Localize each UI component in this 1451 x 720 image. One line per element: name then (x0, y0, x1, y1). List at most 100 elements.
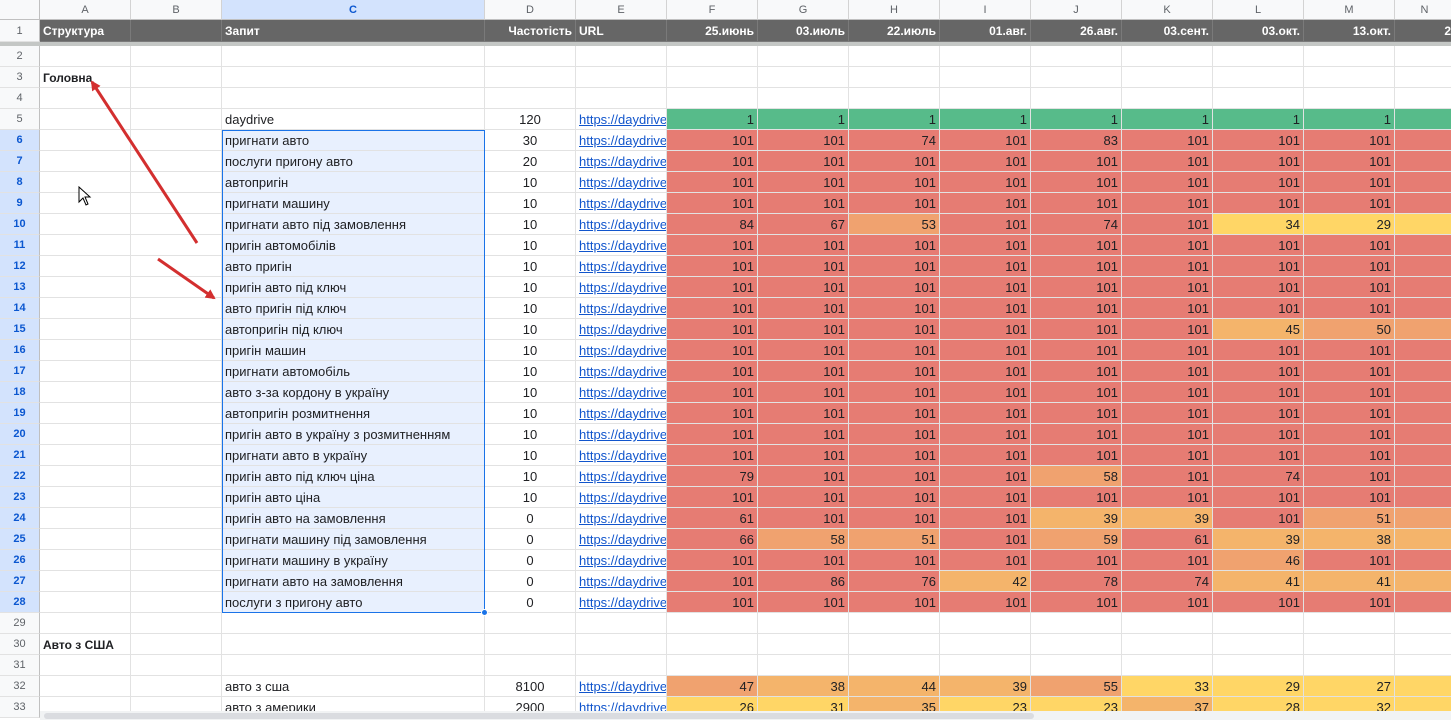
rank-cell[interactable]: 101 (1122, 340, 1213, 361)
cell[interactable] (1122, 88, 1213, 109)
rank-cell[interactable]: 101 (849, 235, 940, 256)
rank-cell[interactable]: 45 (1213, 319, 1304, 340)
url-link[interactable]: https://daydrive (576, 277, 667, 298)
row-header-19[interactable]: 19 (0, 403, 40, 424)
url-link[interactable]: https://daydrive (576, 340, 667, 361)
cell[interactable] (131, 550, 222, 571)
cell[interactable] (1304, 655, 1395, 676)
column-header-n[interactable]: N (1395, 0, 1451, 20)
cell[interactable] (222, 655, 485, 676)
url-link[interactable]: https://daydrive (576, 172, 667, 193)
rank-cell[interactable]: 27 (1304, 676, 1395, 697)
header-date[interactable]: 13.окт. (1304, 20, 1395, 42)
column-header-e[interactable]: E (576, 0, 667, 20)
query-cell[interactable]: пригнати автомобіль (222, 361, 485, 382)
rank-cell[interactable]: 101 (1213, 340, 1304, 361)
fill-handle[interactable] (481, 609, 488, 616)
header-date[interactable]: 03.окт. (1213, 20, 1304, 42)
rank-cell[interactable]: 101 (1031, 340, 1122, 361)
rank-cell[interactable]: 38 (758, 676, 849, 697)
cell[interactable] (131, 256, 222, 277)
rank-cell[interactable]: 101 (1213, 172, 1304, 193)
rank-cell[interactable]: 101 (849, 277, 940, 298)
cell[interactable] (485, 46, 576, 67)
frequency-cell[interactable]: 10 (485, 424, 576, 445)
rank-cell[interactable]: 101 (1122, 235, 1213, 256)
rank-cell[interactable]: 74 (1122, 571, 1213, 592)
rank-cell[interactable]: 101 (1122, 214, 1213, 235)
rank-cell[interactable]: 101 (667, 424, 758, 445)
row-header-8[interactable]: 8 (0, 172, 40, 193)
frequency-cell[interactable]: 10 (485, 382, 576, 403)
rank-cell[interactable]: 101 (1122, 319, 1213, 340)
frequency-cell[interactable]: 10 (485, 214, 576, 235)
url-link[interactable]: https://daydrive (576, 361, 667, 382)
url-link[interactable]: https://daydrive (576, 487, 667, 508)
column-header-a[interactable]: A (40, 0, 131, 20)
rank-cell[interactable]: 59 (1031, 529, 1122, 550)
cell[interactable] (40, 550, 131, 571)
rank-cell[interactable]: 101 (1031, 298, 1122, 319)
rank-cell-partial[interactable] (1395, 676, 1451, 697)
cell[interactable] (40, 277, 131, 298)
rank-cell[interactable]: 101 (1304, 151, 1395, 172)
cell[interactable] (940, 655, 1031, 676)
rank-cell[interactable]: 101 (849, 550, 940, 571)
row-header-7[interactable]: 7 (0, 151, 40, 172)
query-cell[interactable]: послуги з пригону авто (222, 592, 485, 613)
row-header-32[interactable]: 32 (0, 676, 40, 697)
cell[interactable] (131, 424, 222, 445)
cell[interactable] (40, 109, 131, 130)
rank-cell[interactable]: 101 (1122, 298, 1213, 319)
rank-cell[interactable]: 101 (667, 193, 758, 214)
rank-cell-partial[interactable] (1395, 319, 1451, 340)
rank-cell[interactable]: 101 (1031, 592, 1122, 613)
rank-cell-partial[interactable] (1395, 130, 1451, 151)
rank-cell[interactable]: 101 (849, 445, 940, 466)
query-cell[interactable]: автопригін під ключ (222, 319, 485, 340)
rank-cell[interactable]: 101 (1304, 361, 1395, 382)
row-header-11[interactable]: 11 (0, 235, 40, 256)
cell[interactable] (758, 634, 849, 655)
rank-cell[interactable]: 101 (1304, 592, 1395, 613)
rank-cell[interactable]: 101 (940, 424, 1031, 445)
rank-cell[interactable]: 101 (940, 445, 1031, 466)
cell[interactable] (1213, 88, 1304, 109)
rank-cell[interactable]: 1 (849, 109, 940, 130)
row-header-15[interactable]: 15 (0, 319, 40, 340)
rank-cell[interactable]: 101 (667, 550, 758, 571)
cell[interactable] (1395, 46, 1451, 67)
header-structure[interactable]: Структура (40, 20, 131, 42)
header-url[interactable]: URL (576, 20, 667, 42)
cell[interactable] (131, 592, 222, 613)
section-title-usa[interactable]: Авто з США (40, 634, 131, 655)
rank-cell[interactable]: 101 (1031, 382, 1122, 403)
rank-cell[interactable]: 101 (758, 403, 849, 424)
rank-cell-partial[interactable] (1395, 445, 1451, 466)
rank-cell[interactable]: 101 (940, 193, 1031, 214)
rank-cell[interactable]: 101 (758, 361, 849, 382)
rank-cell[interactable]: 101 (940, 151, 1031, 172)
frequency-cell[interactable]: 0 (485, 550, 576, 571)
rank-cell[interactable]: 101 (849, 193, 940, 214)
rank-cell[interactable]: 101 (849, 382, 940, 403)
frequency-cell[interactable]: 10 (485, 235, 576, 256)
rank-cell[interactable]: 101 (1122, 550, 1213, 571)
frequency-cell[interactable]: 10 (485, 193, 576, 214)
url-link[interactable]: https://daydrive (576, 550, 667, 571)
rank-cell[interactable]: 101 (1031, 235, 1122, 256)
row-header-16[interactable]: 16 (0, 340, 40, 361)
cell[interactable] (849, 67, 940, 88)
rank-cell[interactable]: 101 (1122, 277, 1213, 298)
row-header-27[interactable]: 27 (0, 571, 40, 592)
cell[interactable] (1031, 655, 1122, 676)
rank-cell[interactable]: 42 (940, 571, 1031, 592)
frequency-cell[interactable]: 10 (485, 319, 576, 340)
url-link[interactable]: https://daydrive (576, 676, 667, 697)
rank-cell[interactable]: 1 (940, 109, 1031, 130)
cell[interactable] (40, 466, 131, 487)
query-cell[interactable]: авто з сша (222, 676, 485, 697)
rank-cell[interactable]: 47 (667, 676, 758, 697)
rank-cell-partial[interactable] (1395, 298, 1451, 319)
frequency-cell[interactable]: 10 (485, 361, 576, 382)
